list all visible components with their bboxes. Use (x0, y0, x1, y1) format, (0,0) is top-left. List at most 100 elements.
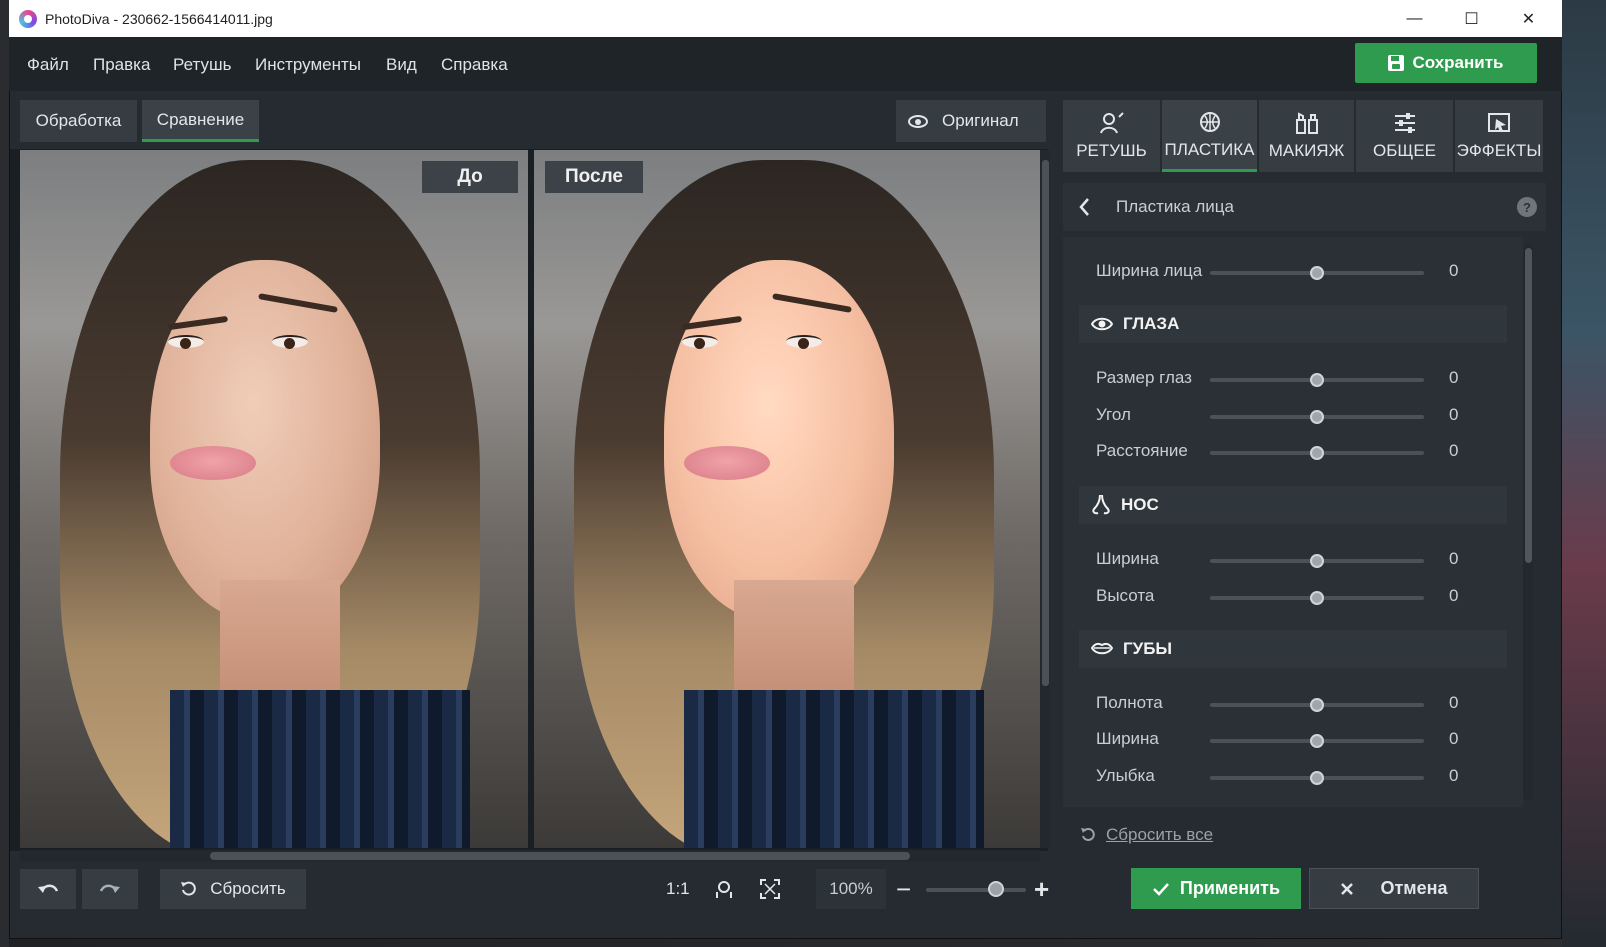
reset-button[interactable]: Сбросить (160, 869, 306, 909)
menu-bar (9, 37, 1562, 91)
desktop-edge (0, 0, 9, 947)
face-width-slider-handle[interactable] (1310, 266, 1324, 280)
redo-button[interactable] (82, 869, 138, 909)
eye-icon (1091, 317, 1113, 331)
slider-label: Размер глаз (1096, 368, 1192, 387)
face-shape (150, 260, 380, 620)
help-icon[interactable]: ? (1517, 197, 1537, 217)
minimize-button[interactable]: — (1386, 0, 1443, 37)
slider-value: 0 (1449, 261, 1459, 280)
fit-screen-button[interactable] (759, 878, 781, 900)
menu-retouch[interactable]: Ретушь (173, 55, 231, 75)
apply-label: Применить (1179, 878, 1281, 898)
zoom-in-button[interactable]: + (1034, 876, 1054, 902)
undo-icon (38, 884, 59, 893)
tool-tab-plastic[interactable]: ПЛАСТИКА (1162, 100, 1257, 172)
actual-size-button[interactable]: 1:1 (666, 879, 690, 899)
section-eyes[interactable]: ГЛАЗА (1079, 305, 1507, 343)
slider-label: Ширина (1096, 549, 1159, 568)
menu-edit[interactable]: Правка (93, 55, 150, 75)
tool-tab-retouch-label: РЕТУШЬ (1076, 141, 1147, 160)
after-photo[interactable] (534, 150, 1040, 848)
person-fit-icon (716, 881, 732, 898)
nose-height-slider-handle[interactable] (1310, 591, 1324, 605)
eye-distance-slider-handle[interactable] (1310, 446, 1324, 460)
tool-tab-effects-label: ЭФФЕКТЫ (1456, 141, 1542, 160)
undo-button[interactable] (20, 869, 76, 909)
eye-angle-slider-handle[interactable] (1310, 410, 1324, 424)
nose-width-slider-handle[interactable] (1310, 554, 1324, 568)
reset-icon (1081, 828, 1095, 841)
save-button[interactable]: Сохранить (1355, 43, 1537, 83)
sliders-icon (1392, 111, 1418, 135)
window-title: PhotoDiva - 230662-1566414011.jpg (45, 10, 273, 27)
reset-icon (181, 881, 196, 896)
save-button-label: Сохранить (1412, 53, 1504, 72)
tool-tab-retouch[interactable]: РЕТУШЬ (1063, 100, 1160, 172)
desktop-wallpaper-edge (1562, 0, 1606, 947)
menu-tools[interactable]: Инструменты (255, 55, 361, 75)
slider-label: Ширина лица (1096, 261, 1203, 280)
canvas-horizontal-scroll-thumb[interactable] (210, 852, 910, 860)
before-label: До (422, 161, 518, 193)
zoom-slider-handle[interactable] (988, 881, 1004, 897)
zoom-value-field[interactable]: 100% (816, 869, 886, 909)
title-bar: PhotoDiva - 230662-1566414011.jpg (9, 0, 1562, 37)
zoom-slider[interactable] (926, 888, 1026, 892)
section-lips-title: ГУБЫ (1123, 639, 1173, 658)
panel-title: Пластика лица (1116, 197, 1234, 216)
checkmark-icon (1153, 882, 1169, 896)
slider-value: 0 (1449, 549, 1459, 568)
lips-fullness-slider-handle[interactable] (1310, 698, 1324, 712)
back-button[interactable] (1077, 196, 1093, 218)
chevron-left-icon (1079, 198, 1089, 216)
eye-size-slider-handle[interactable] (1310, 373, 1324, 387)
floppy-disk-icon (1388, 55, 1405, 71)
menu-file[interactable]: Файл (27, 55, 69, 75)
menu-help[interactable]: Справка (441, 55, 508, 75)
shirt-shape (170, 690, 470, 848)
slider-value: 0 (1449, 586, 1459, 605)
tool-tab-effects[interactable]: ЭФФЕКТЫ (1455, 100, 1543, 172)
section-nose[interactable]: НОС (1079, 486, 1507, 524)
close-icon (1341, 882, 1354, 895)
apply-button[interactable]: Применить (1131, 868, 1301, 909)
original-toggle-button[interactable]: Оригинал (896, 100, 1046, 142)
slider-label: Угол (1096, 405, 1131, 424)
effects-icon (1486, 111, 1512, 135)
slider-value: 0 (1449, 693, 1459, 712)
section-lips[interactable]: ГУБЫ (1079, 630, 1507, 668)
slider-value: 0 (1449, 368, 1459, 387)
cancel-label: Отмена (1380, 878, 1448, 898)
section-nose-title: НОС (1121, 495, 1159, 514)
makeup-icon (1294, 111, 1320, 135)
tab-compare[interactable]: Сравнение (142, 100, 259, 142)
tool-tab-plastic-label: ПЛАСТИКА (1164, 139, 1255, 159)
redo-icon (99, 884, 120, 893)
maximize-button[interactable]: ☐ (1443, 0, 1500, 37)
cancel-button[interactable]: Отмена (1309, 868, 1479, 909)
slider-label: Улыбка (1096, 766, 1155, 785)
tool-tab-general[interactable]: ОБЩЕЕ (1356, 100, 1453, 172)
slider-label: Расстояние (1096, 441, 1188, 460)
tab-processing[interactable]: Обработка (20, 100, 137, 142)
fit-person-button[interactable] (713, 878, 735, 900)
tool-tab-makeup[interactable]: МАКИЯЖ (1259, 100, 1354, 172)
menu-view[interactable]: Вид (386, 55, 417, 75)
before-photo[interactable] (20, 150, 528, 848)
lips-shape (170, 446, 256, 480)
expand-icon (760, 879, 780, 899)
close-button[interactable]: ✕ (1500, 0, 1557, 37)
zoom-out-button[interactable]: − (896, 876, 916, 902)
smile-slider-handle[interactable] (1310, 771, 1324, 785)
parameter-list-scroll-thumb[interactable] (1525, 248, 1532, 563)
reset-label: Сбросить (210, 879, 286, 898)
slider-value: 0 (1449, 405, 1459, 424)
lips-width-slider-handle[interactable] (1310, 734, 1324, 748)
slider-value: 0 (1449, 766, 1459, 785)
reset-all-link[interactable]: Сбросить все (1080, 825, 1213, 845)
lips-icon (1091, 642, 1113, 655)
slider-label: Ширина (1096, 729, 1159, 748)
canvas-vertical-scroll-thumb[interactable] (1042, 160, 1049, 686)
slider-value: 0 (1449, 729, 1459, 748)
